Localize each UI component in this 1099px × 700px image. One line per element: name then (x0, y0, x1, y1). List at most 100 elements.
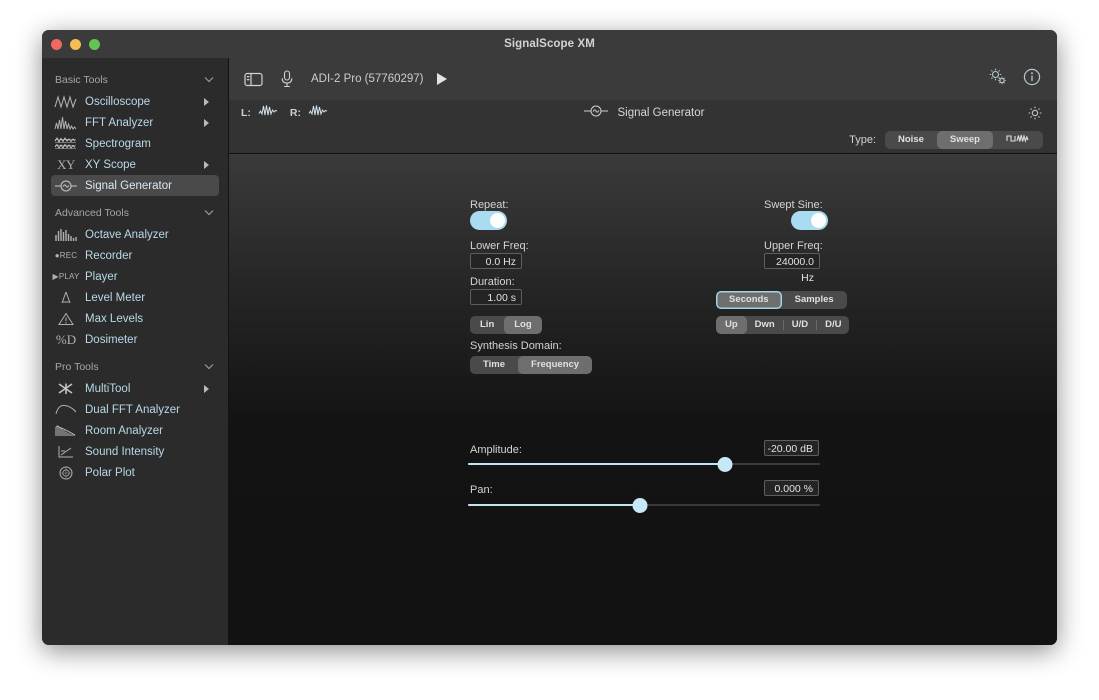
swept-sine-toggle[interactable] (791, 211, 828, 230)
sweep-scale-segmented-control[interactable]: Lin Log (470, 314, 542, 334)
sidebar-item-recorder[interactable]: ●REC Recorder (51, 245, 219, 266)
multitool-icon (53, 380, 79, 398)
sweep-direction-up-down[interactable]: U/D (784, 316, 816, 334)
window-traffic-lights (51, 39, 100, 50)
amplitude-slider[interactable] (468, 456, 820, 472)
sidebar-item-dual-fft-analyzer[interactable]: Dual FFT Analyzer (51, 399, 219, 420)
upper-freq-label: Upper Freq: (764, 236, 823, 254)
submenu-arrow-icon[interactable] (204, 119, 209, 127)
duration-input[interactable]: 1.00 s (470, 289, 522, 305)
toggle-knob (490, 213, 505, 228)
synthesis-domain-segmented-control[interactable]: Time Frequency (470, 354, 592, 374)
intensity-axes-icon (53, 443, 79, 461)
slider-thumb[interactable] (717, 457, 732, 472)
slider-thumb[interactable] (633, 498, 648, 513)
play-triangle-icon[interactable] (437, 73, 447, 85)
close-button[interactable] (51, 39, 62, 50)
sidebar-item-label: MultiTool (85, 383, 130, 395)
play-icon: ▶PLAY (53, 268, 79, 286)
sweep-direction-down-up[interactable]: D/U (817, 316, 849, 334)
submenu-arrow-icon[interactable] (204, 161, 209, 169)
sidebar-group-advanced-tools[interactable]: Advanced Tools (51, 203, 219, 223)
app-toolbar: ADI-2 Pro (57760297) (229, 58, 1057, 101)
sidebar-item-polar-plot[interactable]: Polar Plot (51, 462, 219, 483)
sidebar-item-label: Signal Generator (85, 180, 172, 192)
sidebar-item-label: Max Levels (85, 313, 143, 325)
sidebar-item-label: XY Scope (85, 159, 136, 171)
info-circle-icon[interactable] (1023, 68, 1041, 91)
sidebar-item-label: Level Meter (85, 292, 145, 304)
type-option-sweep[interactable]: Sweep (937, 131, 993, 149)
sweep-direction-up[interactable]: Up (716, 316, 747, 334)
panel-settings-button[interactable] (1027, 105, 1057, 121)
submenu-arrow-icon[interactable] (204, 385, 209, 393)
sidebar-item-oscilloscope[interactable]: Oscilloscope (51, 91, 219, 112)
lower-freq-input[interactable]: 0.0 Hz (470, 253, 522, 269)
octave-bars-icon (53, 226, 79, 244)
sidebar-group-pro-tools[interactable]: Pro Tools (51, 357, 219, 377)
window-title-bar: SignalScope XM (42, 30, 1057, 59)
microphone-icon[interactable] (277, 69, 297, 89)
type-option-noise[interactable]: Noise (885, 131, 937, 149)
waveform-meter-icon[interactable] (258, 104, 278, 122)
minimize-button[interactable] (70, 39, 81, 50)
sweep-scale-lin[interactable]: Lin (470, 316, 504, 334)
left-channel-label: L: (241, 107, 251, 119)
synthesis-domain-time[interactable]: Time (470, 356, 518, 374)
duration-unit-segmented-control[interactable]: Seconds Samples (716, 289, 847, 309)
sidebar-item-xy-scope[interactable]: XY XY Scope (51, 154, 219, 175)
sidebar-item-level-meter[interactable]: Level Meter (51, 287, 219, 308)
window-title: SignalScope XM (42, 30, 1057, 58)
sidebar-item-fft-analyzer[interactable]: FFT Analyzer (51, 112, 219, 133)
sidebar-item-label: Player (85, 271, 118, 283)
waveform-meter-icon[interactable] (308, 104, 328, 122)
lower-freq-label: Lower Freq: (470, 236, 529, 254)
chevron-down-icon (204, 74, 214, 86)
slider-track-filled (468, 463, 725, 465)
synthesis-domain-frequency[interactable]: Frequency (518, 356, 592, 374)
sidebar-item-multitool[interactable]: MultiTool (51, 378, 219, 399)
sidebar-group-label: Pro Tools (55, 361, 99, 373)
repeat-toggle[interactable] (470, 211, 507, 230)
square-noise-wave-icon (1006, 134, 1030, 145)
submenu-arrow-icon[interactable] (204, 98, 209, 106)
gears-icon[interactable] (987, 67, 1009, 92)
waveform-sine-icon (53, 93, 79, 111)
chevron-down-icon (204, 361, 214, 373)
amplitude-input[interactable]: -20.00 dB (764, 440, 819, 456)
polar-plot-icon (53, 464, 79, 482)
main-pane: ADI-2 Pro (57760297) (229, 58, 1057, 645)
signal-type-bar: Type: Noise Sweep (229, 126, 1057, 154)
duration-unit-seconds[interactable]: Seconds (716, 291, 782, 309)
sidebar-item-octave-analyzer[interactable]: Octave Analyzer (51, 224, 219, 245)
sidebar-panel-icon[interactable] (243, 69, 263, 89)
sweep-direction-down[interactable]: Dwn (747, 316, 783, 334)
pan-slider[interactable] (468, 497, 820, 513)
signal-type-segmented-control[interactable]: Noise Sweep (885, 131, 1043, 149)
tools-sidebar: Basic Tools Oscilloscope FFT Analyzer (42, 58, 229, 645)
device-name-label[interactable]: ADI-2 Pro (57760297) (311, 73, 424, 85)
sidebar-item-signal-generator[interactable]: Signal Generator (51, 175, 219, 196)
sidebar-item-sound-intensity[interactable]: Sound Intensity (51, 441, 219, 462)
pan-input[interactable]: 0.000 % (764, 480, 819, 496)
chevron-down-icon (204, 207, 214, 219)
sidebar-item-label: Spectrogram (85, 138, 151, 150)
type-option-waveform[interactable] (993, 131, 1043, 149)
zoom-button[interactable] (89, 39, 100, 50)
upper-freq-input[interactable]: 24000.0 Hz (764, 253, 820, 269)
signal-generator-icon (53, 177, 79, 195)
level-meter-icon (53, 289, 79, 307)
sweep-direction-segmented-control[interactable]: Up Dwn U/D D/U (716, 314, 849, 334)
sidebar-group-basic-tools[interactable]: Basic Tools (51, 70, 219, 90)
sidebar-item-dosimeter[interactable]: %D Dosimeter (51, 329, 219, 350)
duration-unit-samples[interactable]: Samples (782, 291, 847, 309)
sidebar-item-label: Polar Plot (85, 467, 135, 479)
sidebar-group-label: Basic Tools (55, 74, 108, 86)
sidebar-item-max-levels[interactable]: Max Levels (51, 308, 219, 329)
sweep-scale-log[interactable]: Log (504, 316, 541, 334)
sidebar-item-room-analyzer[interactable]: Room Analyzer (51, 420, 219, 441)
sidebar-item-player[interactable]: ▶PLAY Player (51, 266, 219, 287)
record-icon: ●REC (53, 247, 79, 265)
xy-icon: XY (53, 156, 79, 174)
sidebar-item-spectrogram[interactable]: Spectrogram (51, 133, 219, 154)
